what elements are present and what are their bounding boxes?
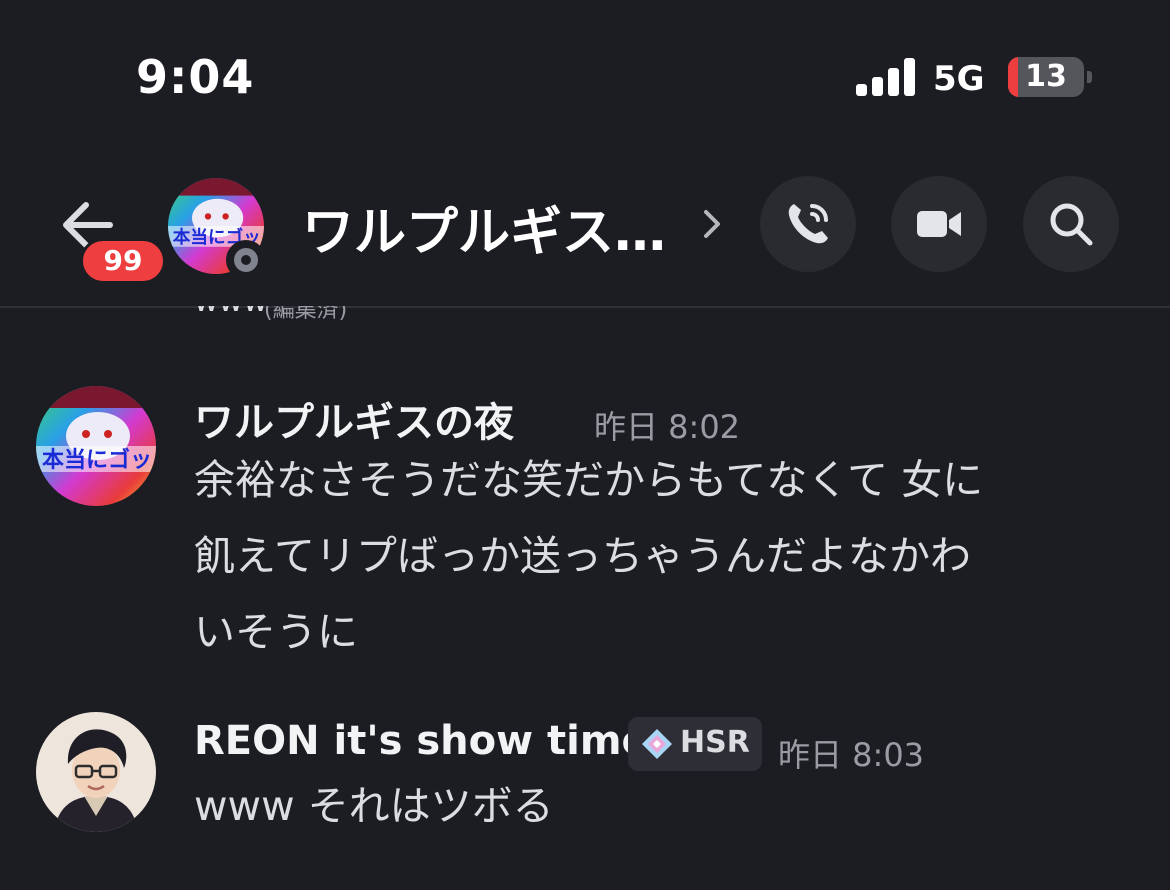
channel-details-button[interactable]	[698, 204, 728, 244]
author-name[interactable]: ワルプルギスの夜	[194, 390, 514, 448]
message-line: 飢えてリプばっか送っちゃうんだよなかわ	[194, 532, 971, 580]
server-tag[interactable]: HSR	[628, 717, 762, 771]
message-line: 余裕なさそうだな笑だからもてなくて 女に	[194, 456, 984, 504]
offline-status-icon	[226, 240, 266, 280]
video-camera-icon	[917, 211, 961, 237]
search-button[interactable]	[1023, 176, 1119, 272]
channel-title[interactable]: ワルプルギス…	[302, 190, 674, 265]
unread-badge: 99	[80, 238, 166, 284]
chevron-right-icon	[704, 210, 720, 238]
edited-label: (編集済)	[264, 306, 348, 320]
server-tag-label: HSR	[680, 725, 750, 760]
chat-header: 99 本当にゴット ワルプルギス…	[0, 160, 1170, 308]
voice-call-button[interactable]	[760, 176, 856, 272]
clipped-message: www (編集済)	[194, 306, 494, 320]
author-avatar[interactable]: 本当にゴット	[36, 386, 156, 506]
avatar-caption: 本当にゴット	[42, 447, 156, 473]
video-call-button[interactable]	[891, 176, 987, 272]
message-body: www それはツボる	[194, 768, 1134, 844]
author-avatar[interactable]	[36, 712, 156, 832]
clipped-message-text: www	[194, 306, 268, 319]
avatar-image	[36, 712, 156, 832]
status-time: 9:04	[136, 50, 255, 104]
message-line: いそうに	[194, 608, 358, 656]
network-label: 5G	[933, 59, 985, 99]
gem-icon	[642, 729, 672, 759]
battery-percent: 13	[1025, 59, 1067, 94]
avatar-image: 本当にゴット	[36, 386, 156, 506]
search-icon	[1050, 203, 1093, 246]
signal-icon	[856, 58, 916, 96]
phone-icon	[788, 204, 828, 244]
battery-cap	[1087, 71, 1092, 83]
battery-icon: 13	[1008, 57, 1084, 97]
message-line: www それはツボる	[194, 782, 554, 830]
status-bar: 9:04 5G 13	[0, 0, 1170, 150]
message-body: 余裕なさそうだな笑だからもてなくて 女に 飢えてリプばっか送っちゃうんだよなかわ…	[194, 442, 1134, 670]
author-name[interactable]: REON it's show time	[194, 718, 649, 764]
